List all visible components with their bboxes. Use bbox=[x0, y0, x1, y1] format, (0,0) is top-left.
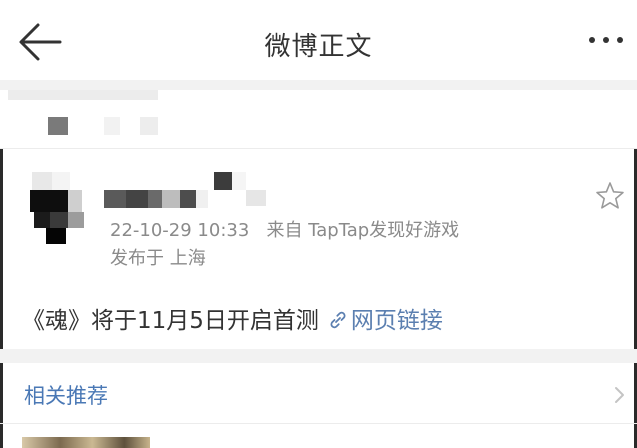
chevron-right-icon bbox=[615, 387, 624, 403]
related-recommendations-title[interactable]: 相关推荐 bbox=[24, 380, 108, 410]
divider bbox=[0, 148, 637, 149]
location-prefix: 发布于 bbox=[110, 248, 164, 269]
page-title: 微博正文 bbox=[264, 32, 373, 62]
web-link[interactable]: 网页链接 bbox=[319, 308, 443, 334]
post-body: 《魂》将于11月5日开启首测 网页链接 bbox=[22, 301, 443, 335]
redacted-block bbox=[48, 117, 68, 135]
post-timestamp: 22-10-29 10:33 bbox=[110, 220, 250, 241]
star-outline-icon bbox=[596, 182, 624, 209]
nav-bar: 微博正文 bbox=[0, 0, 637, 80]
post-text: 《魂》将于11月5日开启首测 bbox=[22, 308, 319, 334]
related-thumbnail[interactable] bbox=[22, 437, 150, 448]
source-prefix: 来自 bbox=[266, 220, 303, 241]
redacted-block bbox=[104, 117, 120, 135]
redacted-block bbox=[8, 90, 158, 100]
related-expand-button[interactable] bbox=[612, 383, 628, 407]
redacted-block bbox=[140, 117, 158, 135]
web-link-label: 网页链接 bbox=[350, 308, 443, 334]
link-icon bbox=[330, 311, 346, 329]
more-dots-icon bbox=[589, 37, 623, 43]
nav-separator bbox=[0, 80, 637, 90]
more-button[interactable] bbox=[586, 30, 626, 50]
divider bbox=[0, 423, 637, 424]
repost-header bbox=[0, 90, 637, 148]
favorite-button[interactable] bbox=[594, 180, 626, 212]
post-meta: 22-10-29 10:33 来自 TapTap发现好游戏 bbox=[110, 216, 459, 242]
location-value: 上海 bbox=[169, 248, 206, 269]
section-separator bbox=[0, 349, 637, 363]
post-location: 发布于 上海 bbox=[110, 244, 206, 270]
post-source[interactable]: TapTap发现好游戏 bbox=[308, 220, 459, 241]
